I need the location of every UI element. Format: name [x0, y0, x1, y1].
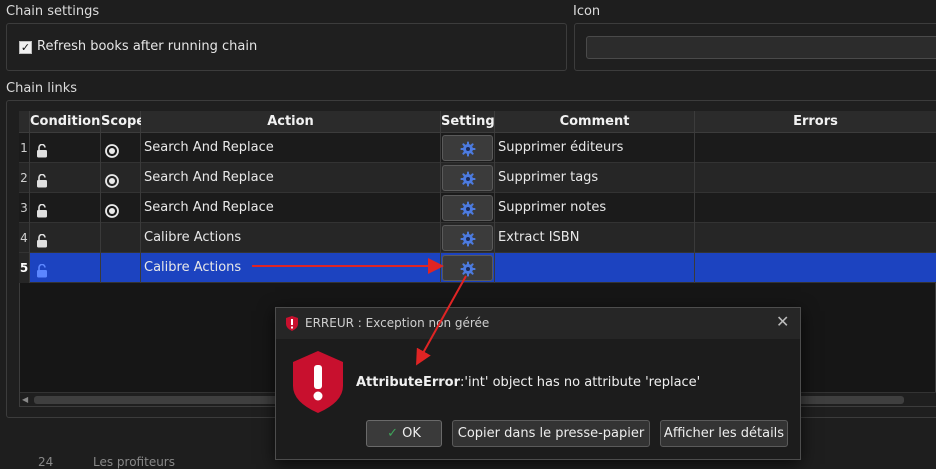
annotation-arrows: [252, 258, 467, 366]
arrow-to-error: [416, 275, 467, 366]
